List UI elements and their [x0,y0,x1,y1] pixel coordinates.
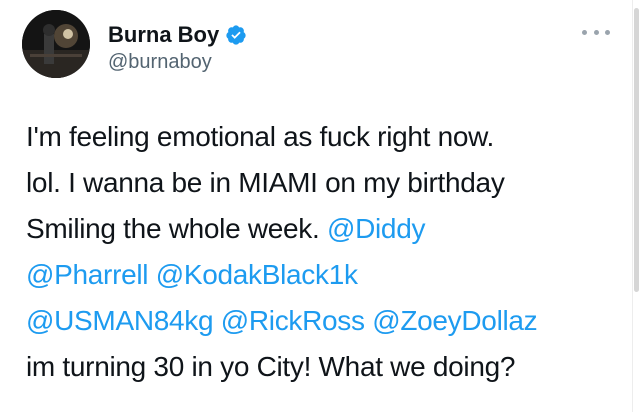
mention-link-zoeydollaz[interactable]: @ZoeyDollaz [372,305,537,336]
tweet-line-5: @USMAN84kg @RickRoss @ZoeyDollaz [26,298,626,344]
mention-separator [213,305,220,336]
tweet-line-1: I'm feeling emotional as fuck right now. [26,121,495,152]
tweet-line-3: Smiling the whole week. @Diddy [26,206,626,252]
tweet-line-6: im turning 30 in yo City! What we doing? [26,351,516,382]
more-dot-icon [582,29,587,35]
mention-link-diddy[interactable]: @Diddy [327,213,426,244]
avatar-photo-icon [22,10,90,78]
verified-badge-icon [225,24,247,46]
scrollbar-thumb[interactable] [634,8,639,292]
mention-link-usman84kg[interactable]: @USMAN84kg [26,305,214,336]
tweet-line-2: lol. I wanna be in MIAMI on my birthday [26,167,505,198]
author-name-row: Burna Boy [108,22,247,48]
tweet-text-segment: Smiling the whole week. [26,213,327,244]
tweet-card: Burna Boy @burnaboy I'm feeling emotiona… [0,0,632,412]
more-dot-icon [593,29,599,35]
avatar[interactable] [22,10,90,78]
mention-link-rickross[interactable]: @RickRoss [221,305,365,336]
scrollbar-track[interactable] [632,0,640,412]
tweet-line-4: @Pharrell @KodakBlack1k [26,252,626,298]
author-display-name[interactable]: Burna Boy [108,22,219,48]
tweet-text: I'm feeling emotional as fuck right now.… [26,114,626,390]
more-dot-icon [605,29,610,35]
author-handle[interactable]: @burnaboy [108,50,212,74]
more-options-icon[interactable] [582,22,610,42]
mention-separator [148,259,155,290]
mention-link-kodakblack1k[interactable]: @KodakBlack1k [156,259,358,290]
mention-link-pharrell[interactable]: @Pharrell [26,259,149,290]
